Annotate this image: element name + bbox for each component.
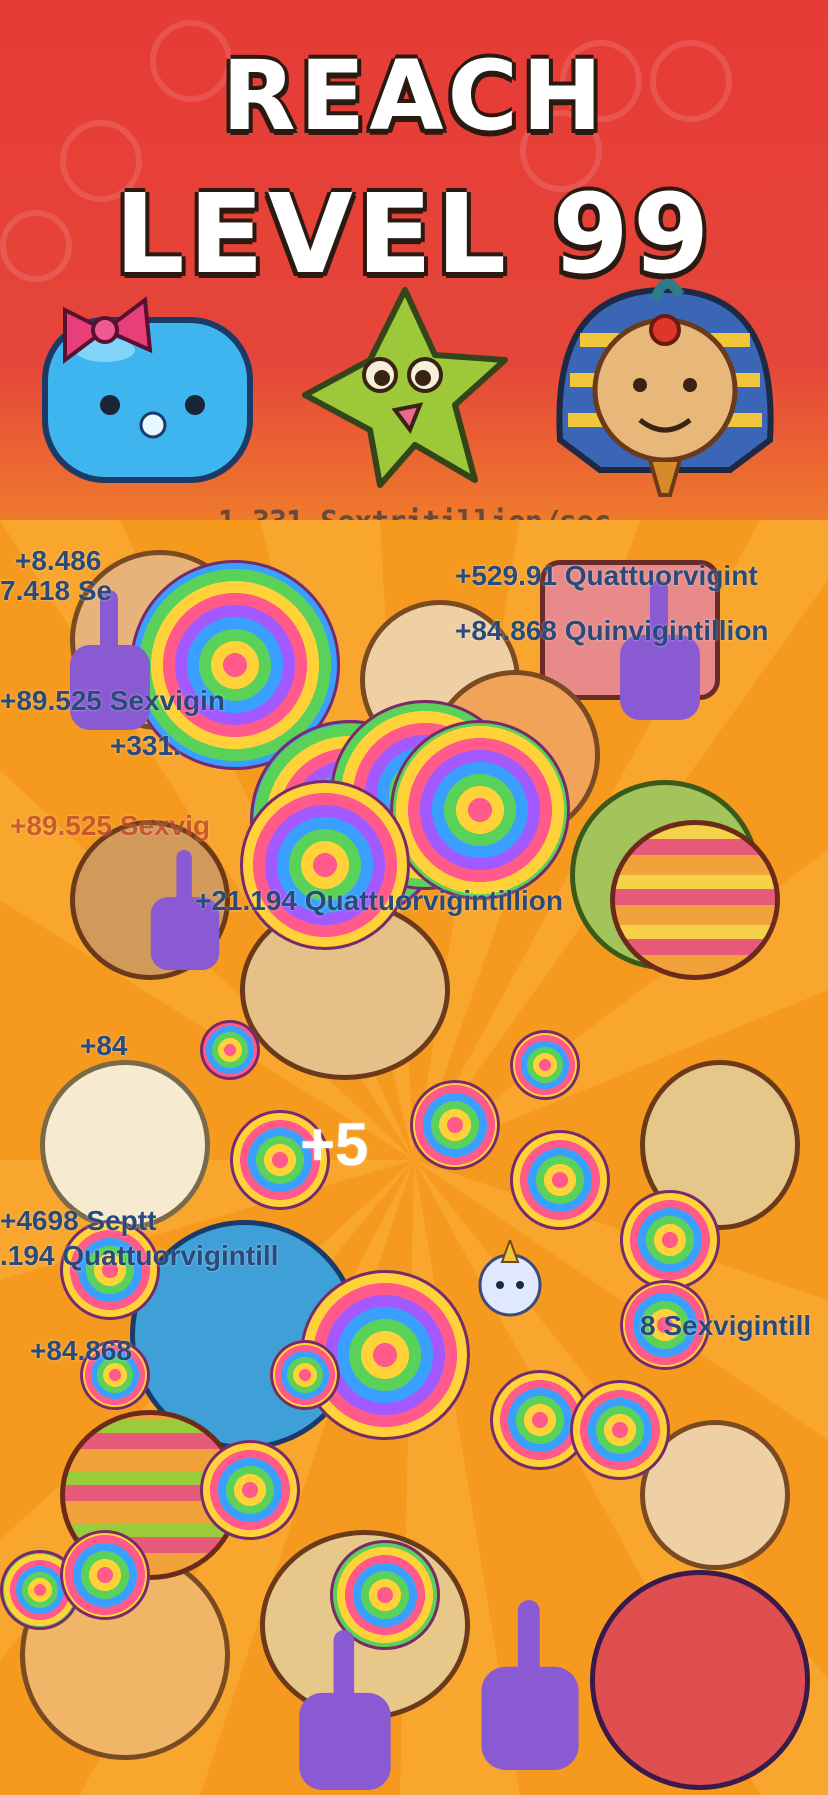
small-lollipop-icon[interactable] (570, 1380, 670, 1480)
floating-earnings-text: +4698 Septt (0, 1205, 157, 1236)
small-lollipop-icon[interactable] (270, 1340, 340, 1410)
cookie-icon[interactable] (590, 1570, 810, 1790)
floating-earnings-text: +84 (80, 1030, 128, 1061)
floating-earnings-text: 8 Sexvigintill (640, 1310, 812, 1341)
headline-reach: REACH (221, 40, 607, 152)
small-lollipop-icon[interactable] (410, 1080, 500, 1170)
cursor-hand-icon (299, 1630, 391, 1790)
easter-egg-icon[interactable] (610, 820, 780, 980)
cursor-hand-icon (620, 580, 700, 720)
floating-earnings-text: +331. (110, 730, 181, 761)
floating-earnings-text: +8.486 (15, 545, 102, 576)
small-lollipop-icon[interactable] (510, 1130, 610, 1230)
floating-earnings-text: +84.868 Quinvigintillion (455, 615, 769, 646)
floating-earnings-text: +84.868 (30, 1335, 132, 1366)
pharaoh-cookie-mascot-icon (556, 278, 774, 497)
promo-header: REACH LEVEL 99 (0, 0, 828, 520)
unicorn-icon[interactable] (470, 1240, 550, 1320)
rainbow-lollipop-icon[interactable] (240, 780, 410, 950)
cookie-pile-play-area[interactable]: +8.486 7.418 Se +529.91 Quattuorvigint +… (0, 520, 828, 1795)
floating-earnings-text: +89.525 Sexvigin (0, 685, 225, 716)
small-lollipop-icon[interactable] (60, 1530, 150, 1620)
small-lollipop-icon[interactable] (510, 1030, 580, 1100)
small-lollipop-icon[interactable] (620, 1190, 720, 1290)
floating-earnings-text: +89.525 Sexvig (10, 810, 211, 841)
floating-bonus-text: +5 (300, 1111, 369, 1178)
small-lollipop-icon[interactable] (200, 1440, 300, 1540)
floating-earnings-text: +529.91 Quattuorvigint (455, 560, 758, 591)
floating-earnings-text: 7.418 Se (0, 575, 113, 606)
blue-slime-mascot-icon (42, 296, 253, 483)
small-lollipop-icon[interactable] (200, 1020, 260, 1080)
floating-earnings-text: .194 Quattuorvigintill (0, 1240, 279, 1271)
rainbow-lollipop-icon[interactable] (390, 720, 570, 900)
green-star-mascot-icon (302, 287, 508, 488)
cursor-hand-icon (481, 1600, 579, 1770)
floating-earnings-text: +21.194 Quattuorvigintillion (195, 885, 563, 916)
